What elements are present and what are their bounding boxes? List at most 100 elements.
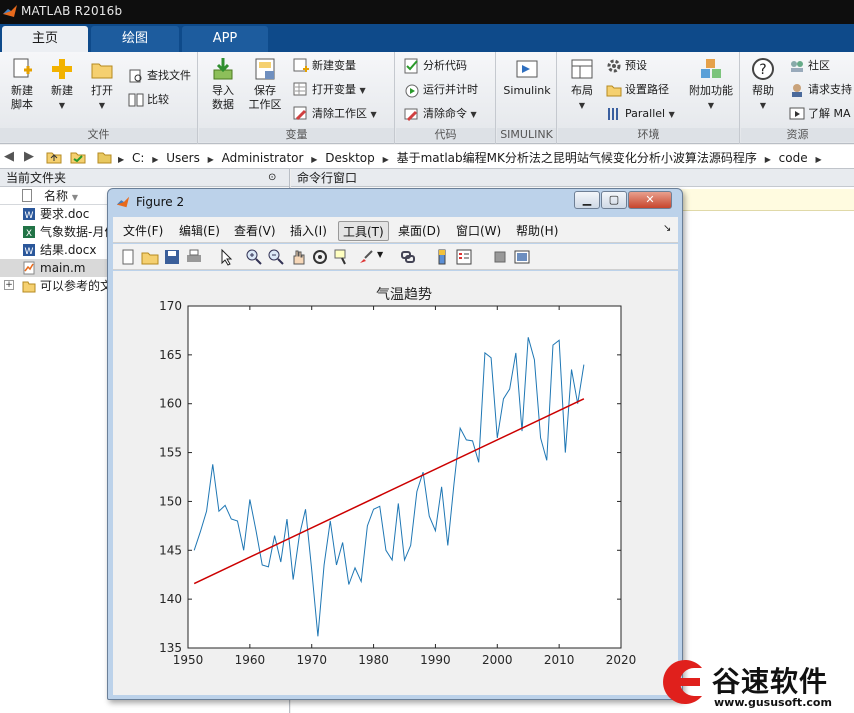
menu-desktop[interactable]: 桌面(D) (394, 221, 445, 241)
breadcrumb-users[interactable]: Users (166, 151, 200, 165)
open-variable-label: 打开变量 (312, 83, 356, 96)
menu-tools[interactable]: 工具(T) (338, 221, 389, 241)
rotate-icon[interactable] (311, 248, 329, 266)
data-cursor-icon[interactable] (333, 248, 351, 266)
figure-canvas: 气温趋势 1950 1960 1970 1980 1990 2000 2010 2020 13… (113, 271, 678, 695)
analyze-code-label: 分析代码 (423, 59, 467, 72)
gusu-logo-icon (663, 660, 702, 704)
open-button[interactable]: 打开 ▼ (82, 56, 122, 113)
breadcrumb-drive[interactable]: C: (132, 151, 144, 165)
clear-commands-label: 清除命令 (423, 107, 467, 120)
hide-tools-icon[interactable] (491, 248, 509, 266)
root-folder-icon[interactable] (96, 149, 112, 165)
new-label: 新建 (51, 84, 73, 97)
matlab-logo-icon (116, 196, 130, 208)
simulink-button[interactable]: Simulink (501, 56, 553, 98)
preferences-button[interactable]: 预设 (606, 56, 647, 76)
svg-text:X: X (26, 229, 32, 239)
colorbar-icon[interactable] (433, 248, 451, 266)
up-folder-icon[interactable] (46, 149, 62, 165)
menu-view[interactable]: 查看(V) (230, 221, 280, 241)
import-data-button[interactable]: 导入 数据 (203, 56, 243, 112)
request-support-button[interactable]: 请求支持 (789, 80, 852, 100)
panel-options-icon[interactable]: ⊙ (268, 169, 276, 187)
brush-icon[interactable] (357, 248, 375, 266)
run-and-time-button[interactable]: 运行并计时 (404, 80, 478, 100)
file-name: 可以参考的文 (40, 279, 113, 293)
menu-insert[interactable]: 插入(I) (286, 221, 331, 241)
clear-workspace-button[interactable]: 清除工作区 ▼ (293, 104, 377, 124)
new-button[interactable]: 新建 ▼ (42, 56, 82, 113)
request-support-label: 请求支持 (808, 83, 852, 96)
learn-matlab-button[interactable]: 了解 MA (789, 104, 851, 124)
legend-icon[interactable] (455, 248, 473, 266)
browse-folder-icon[interactable] (70, 149, 86, 165)
x-tick-label: 1990 (420, 653, 451, 667)
close-button[interactable]: ✕ (628, 191, 672, 209)
open-variable-icon (293, 82, 307, 96)
save-icon[interactable] (163, 248, 181, 266)
print-icon[interactable] (185, 248, 203, 266)
breadcrumb-desktop[interactable]: Desktop (325, 151, 375, 165)
breadcrumb-separator-icon: ▶ (311, 155, 318, 164)
breadcrumb-code[interactable]: code (779, 151, 808, 165)
section-label-simulink: SIMULINK (497, 128, 556, 142)
x-tick-label: 1960 (235, 653, 266, 667)
dock-icon[interactable] (513, 248, 531, 266)
maximize-icon: ▢ (608, 193, 620, 206)
set-path-button[interactable]: 设置路径 (606, 80, 669, 100)
find-files-icon (129, 69, 142, 83)
brush-dropdown-icon[interactable]: ▼ (377, 250, 383, 259)
y-tick-label: 145 (159, 543, 182, 557)
analyze-code-button[interactable]: 分析代码 (404, 56, 467, 76)
clear-commands-button[interactable]: 清除命令 ▼ (404, 104, 477, 124)
pan-icon[interactable] (289, 248, 307, 266)
section-label-file: 文件 (0, 128, 197, 142)
breadcrumb-administrator[interactable]: Administrator (222, 151, 304, 165)
tab-home[interactable]: 主页 (2, 26, 88, 52)
link-icon[interactable] (399, 248, 417, 266)
menu-help[interactable]: 帮助(H) (512, 221, 562, 241)
save-workspace-button[interactable]: 保存 工作区 (245, 56, 285, 112)
zoom-in-icon[interactable] (245, 248, 263, 266)
open-caret-icon: ▼ (98, 101, 106, 110)
minimize-button[interactable]: ▁ (574, 191, 600, 209)
figure-menu-bar: 文件(F) 编辑(E) 查看(V) 插入(I) 工具(T) 桌面(D) 窗口(W… (113, 217, 678, 243)
community-button[interactable]: 社区 (789, 56, 830, 76)
add-ons-button[interactable]: 附加功能 ▼ (686, 56, 736, 113)
tab-plots[interactable]: 绘图 (91, 26, 179, 52)
compare-button[interactable]: 比较 (128, 90, 169, 110)
new-variable-button[interactable]: 新建变量 (293, 56, 356, 76)
expand-plus-icon[interactable]: + (4, 280, 14, 290)
temperature-trend-chart[interactable]: 气温趋势 1950 1960 1970 1980 1990 2000 2010 2020 13… (113, 271, 678, 695)
breadcrumb-separator-icon: ▶ (118, 155, 125, 164)
breadcrumb-separator-icon: ▶ (815, 155, 822, 164)
maximize-button[interactable]: ▢ (601, 191, 627, 209)
forward-arrow-icon[interactable]: ▶ (24, 149, 34, 164)
parallel-button[interactable]: Parallel ▼ (606, 104, 675, 124)
back-arrow-icon[interactable]: ◀ (4, 149, 14, 164)
menu-edit[interactable]: 编辑(E) (175, 221, 224, 241)
ribbon-section-code: 分析代码 运行并计时 清除命令 ▼ 代码 (396, 52, 496, 144)
help-button[interactable]: ? 帮助 ▼ (743, 56, 783, 113)
new-figure-icon[interactable] (119, 248, 137, 266)
menu-file[interactable]: 文件(F) (119, 221, 167, 241)
ribbon-section-variable: 导入 数据 保存 工作区 新建变量 打开变量 ▼ 清除工作区 ▼ 变量 (199, 52, 395, 144)
layout-label: 布局 (571, 84, 593, 97)
new-script-button[interactable]: 新建 脚本 (2, 56, 42, 112)
zoom-out-icon[interactable] (267, 248, 285, 266)
new-script-label: 新建 脚本 (11, 84, 33, 111)
pointer-icon[interactable] (217, 248, 235, 266)
find-files-button[interactable]: 查找文件 (128, 66, 191, 86)
community-label: 社区 (808, 59, 830, 72)
menu-window[interactable]: 窗口(W) (452, 221, 505, 241)
layout-button[interactable]: 布局 ▼ (562, 56, 602, 113)
breadcrumb-project[interactable]: 基于matlab编程MK分析法之昆明站气候变化分析小波算法源码程序 (397, 151, 757, 165)
menu-overflow-icon[interactable]: ↘ (663, 223, 671, 234)
new-variable-icon (293, 58, 309, 72)
excel-icon: X (23, 226, 35, 239)
open-variable-button[interactable]: 打开变量 ▼ (293, 80, 366, 100)
sort-caret-icon: ▼ (71, 193, 78, 202)
open-icon[interactable] (141, 248, 159, 266)
tab-apps[interactable]: APP (182, 26, 268, 52)
